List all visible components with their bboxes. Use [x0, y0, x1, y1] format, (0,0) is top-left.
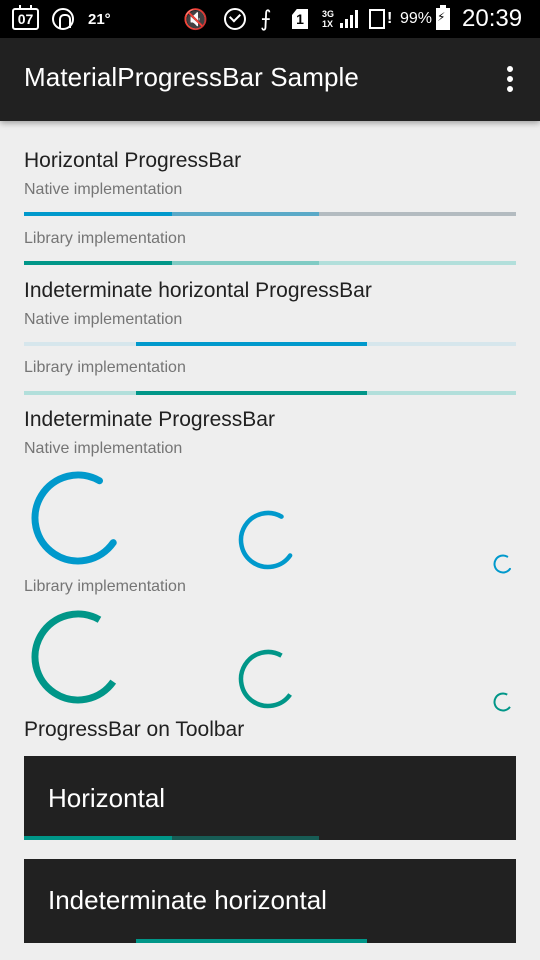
native-indeterminate-horizontal-progressbar	[24, 342, 516, 346]
indeterminate-segment	[136, 939, 367, 943]
more-vert-icon[interactable]	[504, 66, 516, 94]
calendar-icon: 07	[12, 5, 39, 30]
primary-progress	[24, 836, 172, 840]
indeterminate-segment	[136, 342, 367, 346]
spinner-arc	[493, 554, 511, 574]
native-label: Native implementation	[24, 181, 183, 198]
spinner-arc	[238, 510, 293, 570]
section-title-horizontal: Horizontal ProgressBar	[24, 149, 242, 172]
app-bar: MaterialProgressBar Sample	[0, 38, 540, 121]
calendar-day: 07	[17, 11, 34, 27]
clock: 20:39	[462, 5, 523, 32]
toolbar-horizontal: Horizontal	[24, 756, 516, 840]
library-label: Library implementation	[24, 359, 186, 376]
wifi-icon: ⨍	[260, 6, 272, 31]
section-title-indeterminate: Indeterminate ProgressBar	[24, 408, 275, 431]
library-label: Library implementation	[24, 578, 186, 595]
primary-progress	[24, 261, 172, 265]
network-type: 3G 1X	[322, 0, 334, 38]
native-label: Native implementation	[24, 440, 183, 457]
spinner-arc	[238, 649, 292, 709]
toolbar-horizontal-title: Horizontal	[48, 783, 166, 813]
library-horizontal-progressbar	[24, 261, 516, 265]
native-spinner-medium	[236, 507, 300, 573]
native-spinner-small	[492, 552, 514, 576]
toolbar-horizontal-progressbar	[24, 836, 516, 840]
vibrate-mute-icon: 🔇	[183, 8, 208, 31]
network-type-bottom: 1X	[322, 19, 334, 29]
library-spinner-medium	[236, 646, 300, 712]
library-spinner-small	[492, 690, 514, 714]
status-bar: 07 21° 🔇 ⨍ 1 3G 1X ! 99% 20:39	[0, 0, 540, 38]
chat-icon	[52, 8, 74, 30]
app-title: MaterialProgressBar Sample	[24, 62, 359, 92]
native-label: Native implementation	[24, 311, 183, 328]
spinner-arc	[31, 471, 117, 565]
spinner-arc	[493, 692, 511, 712]
signal-icon	[340, 10, 358, 28]
primary-progress	[24, 212, 172, 216]
spinner-arc	[31, 610, 117, 704]
library-spinner-large	[28, 605, 128, 709]
battery-percent: 99%	[400, 10, 433, 27]
section-title-indeterminate-horizontal: Indeterminate horizontal ProgressBar	[24, 279, 372, 302]
library-label: Library implementation	[24, 230, 186, 247]
library-indeterminate-horizontal-progressbar	[24, 391, 516, 395]
toolbar-indeterminate-progressbar	[24, 939, 516, 943]
temperature: 21°	[88, 10, 111, 28]
native-spinner-large	[28, 466, 128, 570]
battery-charging-icon	[436, 5, 450, 30]
sim-card-icon	[369, 9, 385, 29]
sim-alert: !	[387, 10, 393, 27]
sim-icon: 1	[292, 9, 308, 29]
alarm-icon	[224, 8, 246, 30]
network-type-top: 3G	[322, 9, 335, 19]
toolbar-indeterminate-title: Indeterminate horizontal	[48, 885, 327, 915]
toolbar-indeterminate: Indeterminate horizontal	[24, 859, 516, 943]
sim-slot: 1	[296, 11, 304, 27]
section-title-toolbar: ProgressBar on Toolbar	[24, 718, 245, 741]
indeterminate-segment	[136, 391, 367, 395]
native-horizontal-progressbar	[24, 212, 516, 216]
